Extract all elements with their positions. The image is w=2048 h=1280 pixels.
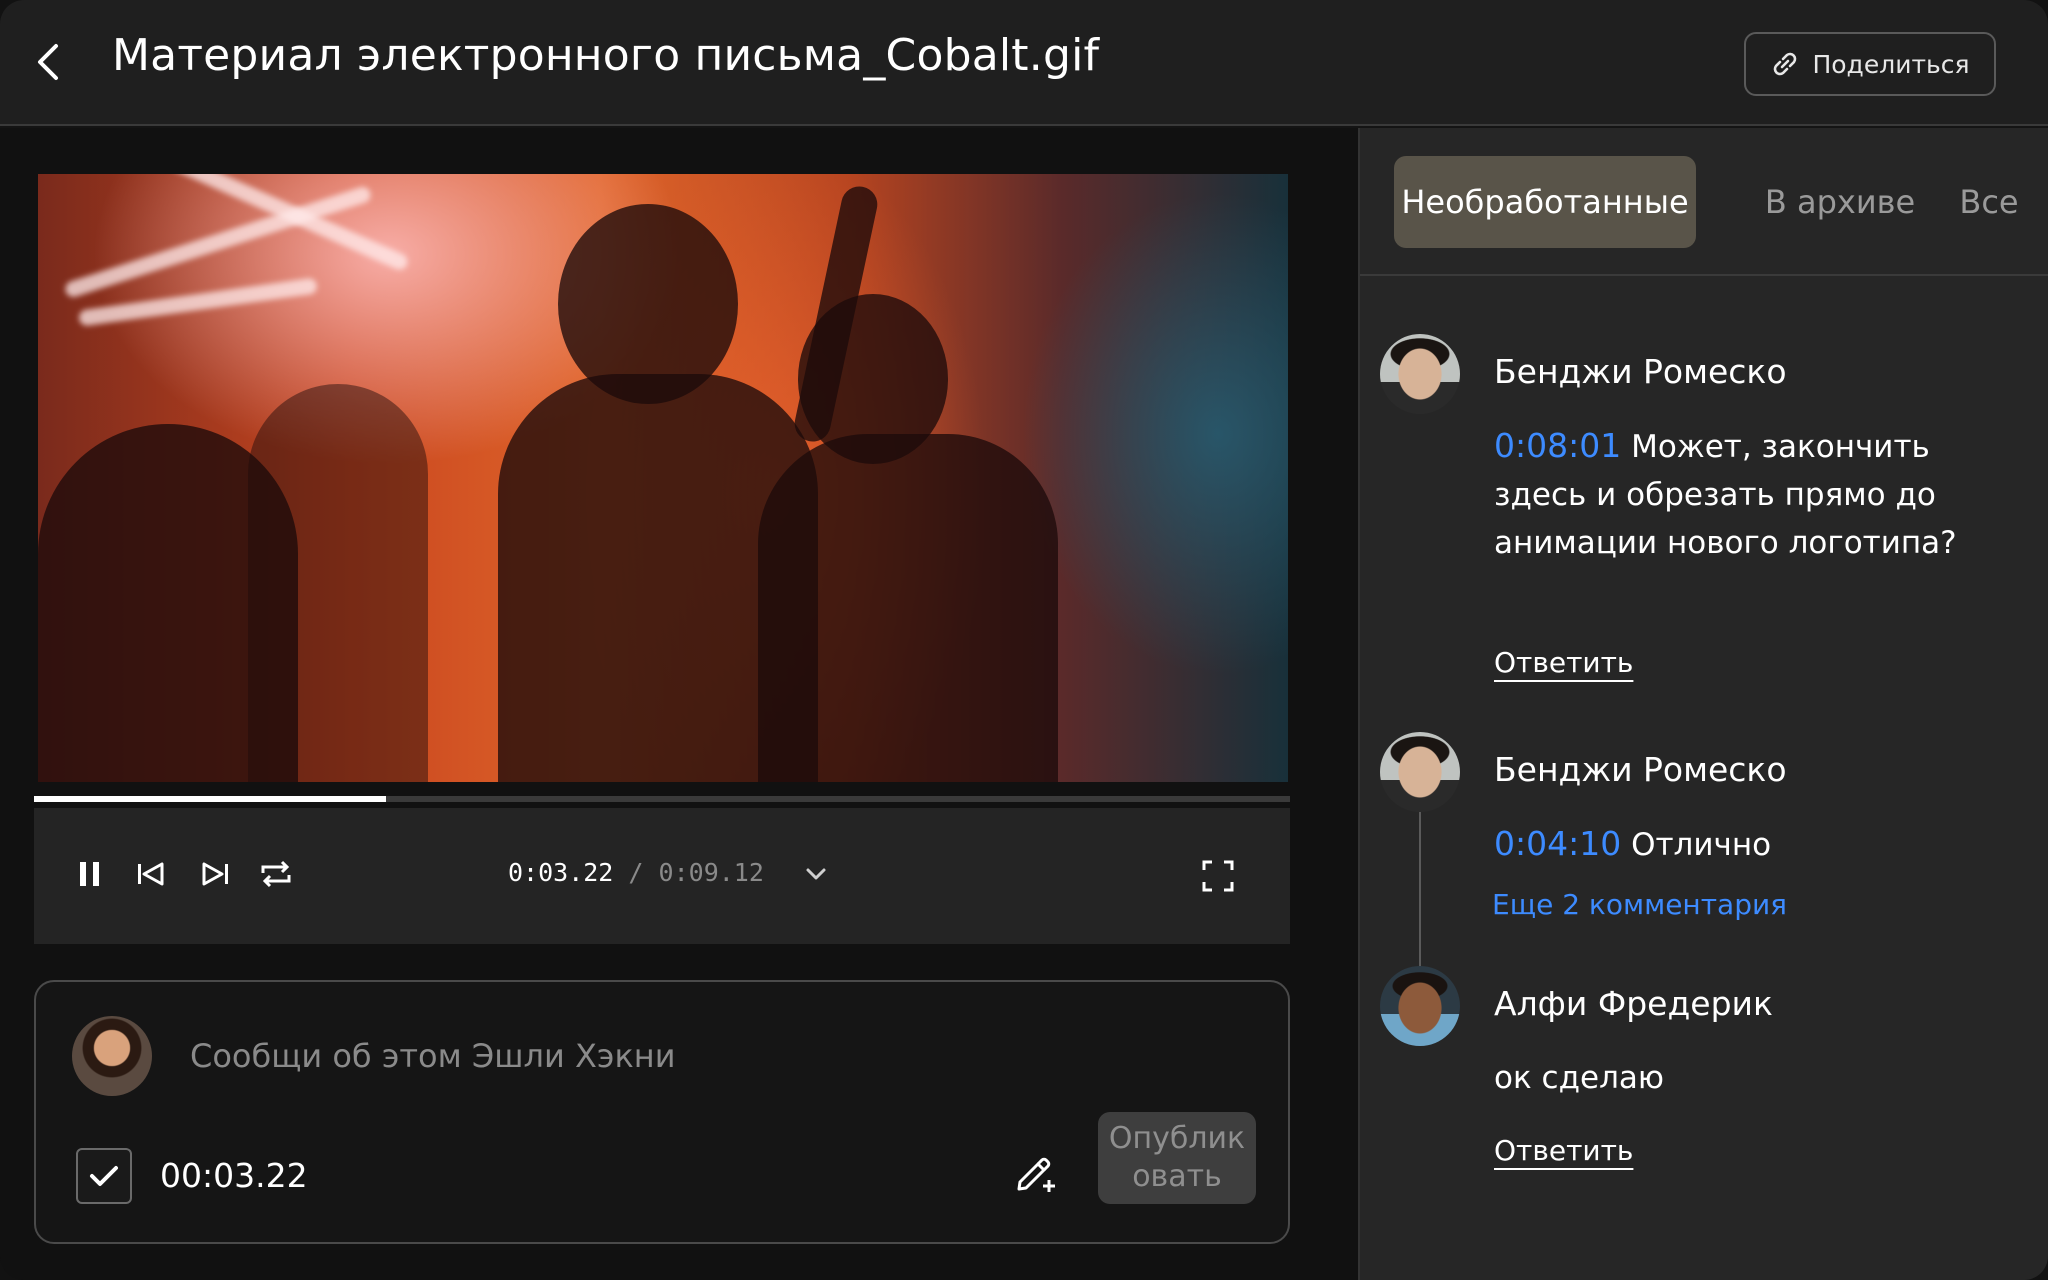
main-panel: 0:03.22 / 0:09.12 Сообщи об этом Эшли Хэ… — [0, 128, 1358, 1280]
link-icon — [1774, 52, 1797, 76]
player-controls: 0:03.22 / 0:09.12 — [34, 808, 1290, 944]
loop-icon — [261, 860, 291, 888]
avatar — [72, 1016, 152, 1096]
pause-button[interactable] — [66, 848, 114, 900]
annotate-button[interactable] — [1008, 1146, 1064, 1202]
show-more-replies-link[interactable]: Еще 2 комментария — [1492, 888, 1787, 921]
header-bar: Материал электронного письма_Cobalt.gif … — [0, 0, 2048, 126]
timecode-format-dropdown[interactable] — [796, 854, 836, 894]
step-forward-icon — [202, 862, 228, 886]
avatar — [1380, 732, 1460, 812]
comment-tabs: Необработанные В архиве Все — [1360, 128, 2048, 276]
app-window: Материал электронного письма_Cobalt.gif … — [0, 0, 2048, 1280]
timestamp-checkbox[interactable] — [76, 1148, 132, 1204]
comment-author: Бенджи Ромеско — [1494, 352, 1787, 391]
total-time: 0:09.12 — [658, 858, 764, 887]
comment-timestamp-link[interactable]: 0:08:01 — [1494, 426, 1621, 465]
avatar — [1380, 334, 1460, 414]
tab-unresolved[interactable]: Необработанные — [1394, 156, 1696, 248]
page-title: Материал электронного письма_Cobalt.gif — [112, 30, 1100, 81]
loop-button[interactable] — [252, 848, 300, 900]
comment-timestamp-link[interactable]: 0:04:10 — [1494, 824, 1621, 863]
comment-author: Алфи Фредерик — [1494, 984, 1773, 1023]
time-separator: / — [628, 858, 644, 887]
chevron-down-icon — [806, 868, 826, 880]
comment-text: Отлично — [1631, 827, 1772, 863]
comments-sidebar: Необработанные В архиве Все — [1358, 128, 2048, 1280]
comment-body: 0:04:10 Отлично — [1494, 820, 1974, 869]
avatar — [1380, 966, 1460, 1046]
composer-timestamp: 00:03.22 — [160, 1156, 308, 1195]
current-time: 0:03.22 — [508, 858, 614, 887]
tab-archived[interactable]: В архиве — [1740, 156, 1940, 248]
step-back-icon — [138, 862, 164, 886]
share-button[interactable]: Поделиться — [1744, 32, 1996, 96]
chevron-left-icon — [38, 44, 58, 80]
comment-author: Бенджи Ромеско — [1494, 750, 1787, 789]
checkmark-icon — [90, 1166, 118, 1186]
comment-body: ок сделаю — [1494, 1054, 1974, 1102]
tab-all[interactable]: Все — [1944, 156, 2034, 248]
comment-text: ок сделаю — [1494, 1060, 1665, 1096]
fullscreen-button[interactable] — [1194, 852, 1242, 900]
thread-connector — [1419, 800, 1421, 968]
video-frame[interactable] — [38, 174, 1288, 782]
comment-composer: 00:03.22 Опубликовать — [34, 980, 1290, 1244]
playback-progress-bar[interactable] — [34, 796, 1290, 802]
playback-progress-fill — [34, 796, 386, 802]
reply-link[interactable]: Ответить — [1494, 646, 1633, 679]
pause-icon — [80, 862, 99, 886]
timecode-display: 0:03.22 / 0:09.12 — [508, 858, 764, 887]
comment-input[interactable] — [190, 1026, 1090, 1086]
pencil-plus-icon — [1017, 1157, 1055, 1192]
comment-body: 0:08:01 Может, закончить здесь и обрезат… — [1494, 422, 1974, 567]
back-button[interactable] — [28, 40, 68, 84]
share-label: Поделиться — [1812, 49, 1970, 79]
fullscreen-icon — [1202, 860, 1234, 892]
previous-frame-button[interactable] — [128, 848, 176, 900]
publish-button[interactable]: Опубликовать — [1098, 1112, 1256, 1204]
reply-link[interactable]: Ответить — [1494, 1134, 1633, 1167]
next-frame-button[interactable] — [190, 848, 238, 900]
